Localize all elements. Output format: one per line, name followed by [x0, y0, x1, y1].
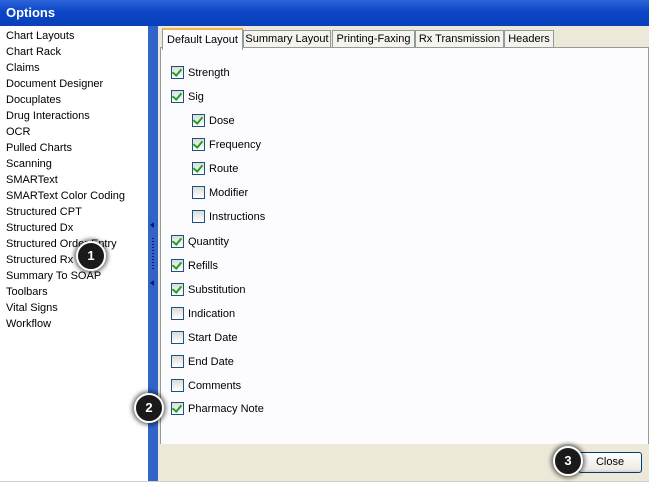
collapse-left-arrow-icon[interactable] — [150, 280, 154, 286]
sidebar-item-chart-rack[interactable]: Chart Rack — [6, 44, 61, 60]
splitter-grip-icon — [152, 238, 154, 270]
checkbox-box[interactable] — [171, 90, 184, 103]
checkbox-box[interactable] — [171, 235, 184, 248]
checkbox-box[interactable] — [171, 379, 184, 392]
sidebar-item-document-designer[interactable]: Document Designer — [6, 76, 103, 92]
check-icon — [192, 162, 204, 173]
check-icon — [171, 283, 183, 294]
checkbox-label: Start Date — [188, 332, 238, 344]
check-icon — [171, 235, 183, 246]
checkbox-label: Comments — [188, 380, 242, 392]
window-titlebar[interactable]: Options — [0, 0, 649, 26]
checkbox-box[interactable] — [192, 114, 205, 127]
sidebar-item-structured-rx[interactable]: Structured Rx — [6, 252, 73, 268]
tab-default-layout[interactable]: Default Layout — [162, 28, 243, 50]
checkbox-box[interactable] — [171, 66, 184, 79]
check-icon — [192, 114, 204, 125]
check-icon — [171, 402, 183, 413]
checkbox-box[interactable] — [171, 307, 184, 320]
options-category-list[interactable]: Chart Layouts Chart Rack Claims Document… — [0, 26, 149, 481]
checkbox-label: End Date — [188, 356, 234, 368]
checkbox-box[interactable] — [192, 162, 205, 175]
options-detail-panel: Default Layout Summary Layout Printing-F… — [158, 26, 649, 481]
checkbox-label: Quantity — [188, 236, 229, 248]
checkbox-box[interactable] — [192, 138, 205, 151]
checkbox-box[interactable] — [192, 186, 205, 199]
collapse-left-arrow-icon[interactable] — [150, 222, 154, 228]
checkbox-label: Refills — [188, 260, 218, 272]
callout-badge-2: 2 — [134, 393, 164, 423]
checkbox-box[interactable] — [171, 259, 184, 272]
checkbox-label: Instructions — [209, 211, 266, 223]
default-layout-page: Strength Sig Dose Frequency Route Modifi… — [160, 47, 649, 445]
sidebar-item-ocr[interactable]: OCR — [6, 124, 30, 140]
sidebar-item-chart-layouts[interactable]: Chart Layouts — [6, 28, 74, 44]
sidebar-item-pulled-charts[interactable]: Pulled Charts — [6, 140, 72, 156]
sidebar-item-drug-interactions[interactable]: Drug Interactions — [6, 108, 90, 124]
checkbox-box[interactable] — [192, 210, 205, 223]
callout-badge-1: 1 — [76, 241, 106, 271]
tab-rx-transmission[interactable]: Rx Transmission — [415, 30, 504, 48]
sidebar-item-toolbars[interactable]: Toolbars — [6, 284, 48, 300]
callout-badge-3: 3 — [553, 446, 583, 476]
checkbox-label: Strength — [188, 67, 230, 79]
sidebar-item-smartext[interactable]: SMARText — [6, 172, 58, 188]
sidebar-item-claims[interactable]: Claims — [6, 60, 40, 76]
checkbox-label: Modifier — [209, 187, 249, 199]
checkbox-label: Pharmacy Note — [188, 403, 264, 415]
sidebar-item-smartext-color-coding[interactable]: SMARText Color Coding — [6, 188, 125, 204]
sidebar-item-structured-dx[interactable]: Structured Dx — [6, 220, 73, 236]
checkbox-box[interactable] — [171, 283, 184, 296]
tab-printing-faxing[interactable]: Printing-Faxing — [332, 30, 415, 48]
checkbox-label: Substitution — [188, 284, 246, 296]
checkbox-box[interactable] — [171, 402, 184, 415]
checkbox-label: Sig — [188, 91, 204, 103]
window-title: Options — [6, 5, 56, 20]
sidebar-item-workflow[interactable]: Workflow — [6, 316, 51, 332]
close-button[interactable]: Close — [578, 452, 642, 473]
tab-summary-layout[interactable]: Summary Layout — [243, 30, 331, 48]
sidebar-item-scanning[interactable]: Scanning — [6, 156, 52, 172]
sidebar-item-structured-cpt[interactable]: Structured CPT — [6, 204, 82, 220]
check-icon — [171, 90, 183, 101]
checkbox-label: Route — [209, 163, 239, 175]
checkbox-box[interactable] — [171, 355, 184, 368]
sidebar-item-vital-signs[interactable]: Vital Signs — [6, 300, 58, 316]
checkbox-label: Indication — [188, 308, 236, 320]
tab-headers[interactable]: Headers — [504, 30, 554, 48]
check-icon — [192, 138, 204, 149]
check-icon — [171, 259, 183, 270]
checkbox-label: Dose — [209, 115, 235, 127]
sidebar-item-docuplates[interactable]: Docuplates — [6, 92, 61, 108]
checkbox-box[interactable] — [171, 331, 184, 344]
checkbox-label: Frequency — [209, 139, 261, 151]
check-icon — [171, 66, 183, 77]
